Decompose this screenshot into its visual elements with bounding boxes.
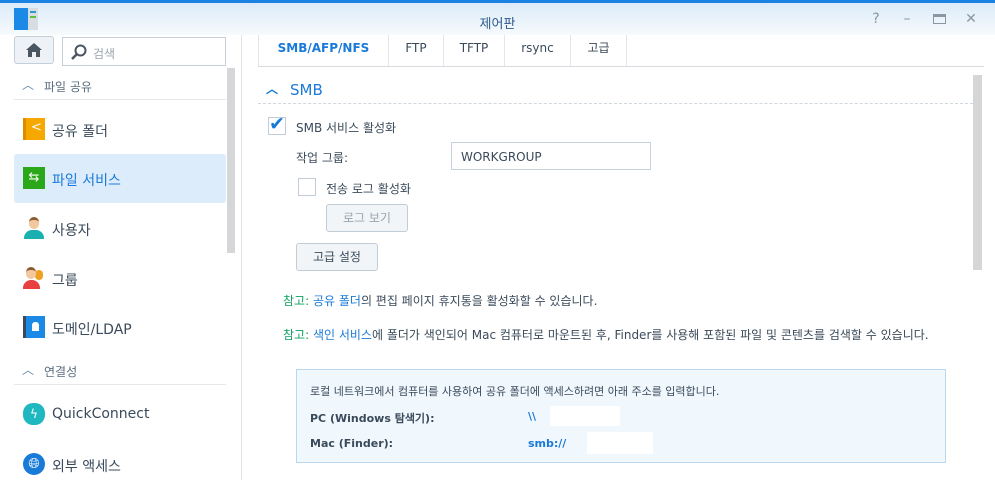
pc-address-value[interactable]: \\: [528, 410, 536, 423]
address-info-box: 로컬 네트워크에서 컴퓨터를 사용하여 공유 폴더에 액세스하려면 아래 주소를…: [296, 369, 946, 463]
search-icon: [71, 44, 87, 60]
redacted-address: [587, 432, 653, 454]
smb-section-header[interactable]: ︿ SMB: [258, 78, 973, 104]
window-title: 제어판: [479, 17, 516, 32]
section-header-file-sharing[interactable]: ︿ 파일 공유: [14, 72, 226, 100]
mac-address-label: Mac (Finder):: [310, 437, 394, 450]
pc-address-label: PC (Windows 탐색기):: [310, 412, 435, 425]
smb-enable-checkbox[interactable]: ✔: [268, 113, 286, 135]
tab-ftp[interactable]: FTP: [388, 35, 443, 66]
section-header-connectivity[interactable]: ︿ 연결성: [14, 357, 226, 385]
sidebar-item-external-access[interactable]: 🌐︎ 외부 액세스: [14, 440, 226, 489]
close-icon[interactable]: ✕: [963, 12, 979, 26]
sidebar-item-shared-folder[interactable]: < 공유 폴더: [14, 105, 226, 154]
mac-address-value[interactable]: smb://: [528, 437, 566, 450]
chevron-up-icon: ︿: [266, 82, 279, 96]
workgroup-input[interactable]: WORKGROUP: [451, 142, 651, 170]
search-input[interactable]: 검색: [62, 37, 226, 66]
home-icon: [26, 43, 42, 57]
note-indexing: 참고: 색인 서비스에 폴더가 색인되어 Mac 컴퓨터로 마운트된 후, Fi…: [283, 328, 929, 342]
tab-smb-afp-nfs[interactable]: SMB/AFP/NFS: [258, 35, 388, 66]
user-icon: [23, 217, 45, 239]
sidebar-item-user[interactable]: 사용자: [14, 204, 226, 253]
tab-advanced[interactable]: 고급: [570, 35, 627, 66]
shared-folder-link[interactable]: 공유 폴더: [313, 294, 361, 308]
redacted-address: [550, 406, 620, 426]
workgroup-label: 작업 그룹:: [296, 151, 349, 165]
transfer-log-label: 전송 로그 활성화: [326, 182, 411, 196]
help-icon[interactable]: ?: [868, 12, 884, 26]
domain-ldap-icon: [23, 316, 45, 338]
shared-folder-icon: <: [23, 118, 45, 140]
globe-icon: 🌐︎: [23, 453, 45, 475]
smb-section-title: SMB: [290, 81, 323, 99]
transfer-log-checkbox[interactable]: [298, 178, 316, 196]
info-intro: 로컬 네트워크에서 컴퓨터를 사용하여 공유 폴더에 액세스하려면 아래 주소를…: [310, 385, 720, 398]
tab-rsync[interactable]: rsync: [504, 35, 570, 66]
sidebar-item-domain-ldap[interactable]: 도메인/LDAP: [14, 303, 226, 352]
tab-bar: SMB/AFP/NFS FTP TFTP rsync 고급: [258, 35, 984, 67]
smb-enable-label: SMB 서비스 활성화: [296, 121, 397, 135]
note-recycle-bin: 참고: 공유 폴더의 편집 페이지 휴지통을 활성화할 수 있습니다.: [283, 294, 598, 308]
home-button[interactable]: [14, 36, 54, 64]
content-scrollbar[interactable]: [973, 75, 982, 270]
sidebar-item-file-services[interactable]: ⇆ 파일 서비스: [14, 154, 226, 203]
indexing-service-link[interactable]: 색인 서비스: [313, 328, 372, 342]
group-icon: [23, 267, 45, 289]
quickconnect-icon: ϟ: [23, 403, 45, 425]
checkmark-icon: ✔: [269, 113, 285, 135]
sidebar-item-group[interactable]: 그룹: [14, 254, 226, 303]
file-services-icon: ⇆: [23, 167, 45, 189]
maximize-icon[interactable]: [931, 12, 947, 26]
advanced-settings-button[interactable]: 고급 설정: [296, 243, 378, 271]
chevron-up-icon: ︿: [22, 78, 35, 92]
search-placeholder: 검색: [93, 47, 116, 61]
minimize-icon[interactable]: –: [899, 12, 915, 26]
title-bar[interactable]: 제어판 ? – ✕: [0, 3, 995, 35]
tab-tftp[interactable]: TFTP: [443, 35, 504, 66]
sidebar-item-quickconnect[interactable]: ϟ QuickConnect: [14, 390, 226, 439]
view-log-button[interactable]: 로그 보기: [326, 204, 408, 232]
chevron-up-icon: ︿: [22, 363, 35, 377]
sidebar-scrollbar[interactable]: [227, 68, 235, 253]
